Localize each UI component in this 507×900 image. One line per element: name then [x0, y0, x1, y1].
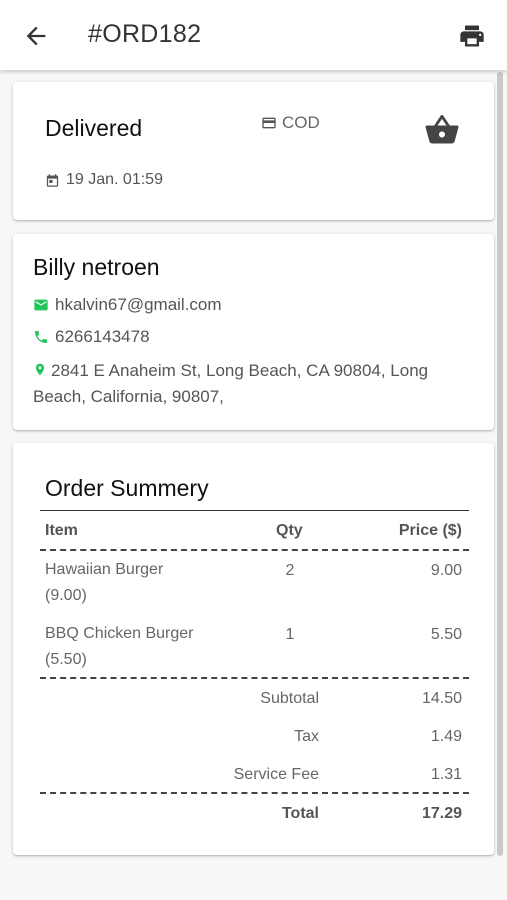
column-header-price: Price ($)	[398, 522, 462, 539]
credit-card-icon	[262, 117, 276, 129]
dashed-divider	[40, 549, 469, 551]
item-name-text: Hawaiian Burger	[45, 561, 164, 578]
total-label: Total	[281, 805, 319, 822]
scrollbar[interactable]	[497, 72, 503, 856]
line-item-price: 9.00	[430, 562, 462, 579]
service-fee-value: 1.31	[430, 766, 462, 783]
location-pin-icon	[35, 363, 45, 376]
phone-icon	[35, 331, 47, 343]
customer-name: Billy netroen	[33, 254, 160, 280]
calendar-icon	[46, 173, 59, 187]
subtotal-value: 14.50	[421, 690, 462, 707]
order-date: 19 Jan. 01:59	[45, 171, 163, 189]
line-item-name: BBQ Chicken Burger (5.50)	[45, 621, 245, 673]
print-button[interactable]	[458, 22, 486, 50]
dashed-divider	[40, 677, 469, 679]
line-item-name: Hawaiian Burger (9.00)	[45, 557, 245, 609]
printer-icon	[460, 25, 484, 47]
customer-card: Billy netroen hkalvin67@gmail.com 626614…	[13, 234, 494, 430]
tax-label: Tax	[294, 728, 319, 745]
customer-email: hkalvin67@gmail.com	[55, 295, 222, 314]
arrow-left-icon	[26, 26, 46, 46]
line-item-qty: 1	[285, 626, 295, 643]
column-header-item: Item	[45, 522, 78, 539]
summary-divider	[40, 510, 469, 511]
payment-label: COD	[282, 113, 320, 132]
order-status: Delivered	[45, 115, 143, 141]
line-item-qty: 2	[285, 562, 295, 579]
customer-phone-row[interactable]: 6266143478	[33, 327, 150, 347]
item-name-text: BBQ Chicken Burger	[45, 625, 194, 642]
order-summary-card: Order Summery Item Qty Price ($) Hawaiia…	[13, 443, 494, 855]
order-date-text: 19 Jan. 01:59	[66, 171, 163, 188]
email-icon	[34, 299, 48, 311]
total-value: 17.29	[421, 805, 462, 822]
item-unit-price: (5.50)	[45, 651, 87, 668]
service-fee-label: Service Fee	[233, 766, 319, 783]
customer-address: 2841 E Anaheim St, Long Beach, CA 90804,…	[33, 361, 429, 406]
order-status-card: Delivered COD 19 Jan. 01:59	[13, 82, 494, 220]
customer-phone: 6266143478	[55, 327, 150, 346]
back-button[interactable]	[22, 22, 50, 50]
order-number-title: #ORD182	[88, 20, 202, 48]
dashed-divider	[40, 792, 469, 794]
column-header-qty: Qty	[276, 522, 303, 539]
app-bar: #ORD182	[0, 0, 507, 70]
line-item-price: 5.50	[430, 626, 462, 643]
customer-address-row[interactable]: 2841 E Anaheim St, Long Beach, CA 90804,…	[33, 358, 463, 410]
basket-icon	[423, 112, 461, 148]
payment-method: COD	[261, 113, 320, 133]
item-unit-price: (9.00)	[45, 587, 87, 604]
customer-email-row[interactable]: hkalvin67@gmail.com	[33, 295, 222, 315]
subtotal-label: Subtotal	[260, 690, 319, 707]
order-summary-title: Order Summery	[45, 475, 209, 501]
tax-value: 1.49	[430, 728, 462, 745]
